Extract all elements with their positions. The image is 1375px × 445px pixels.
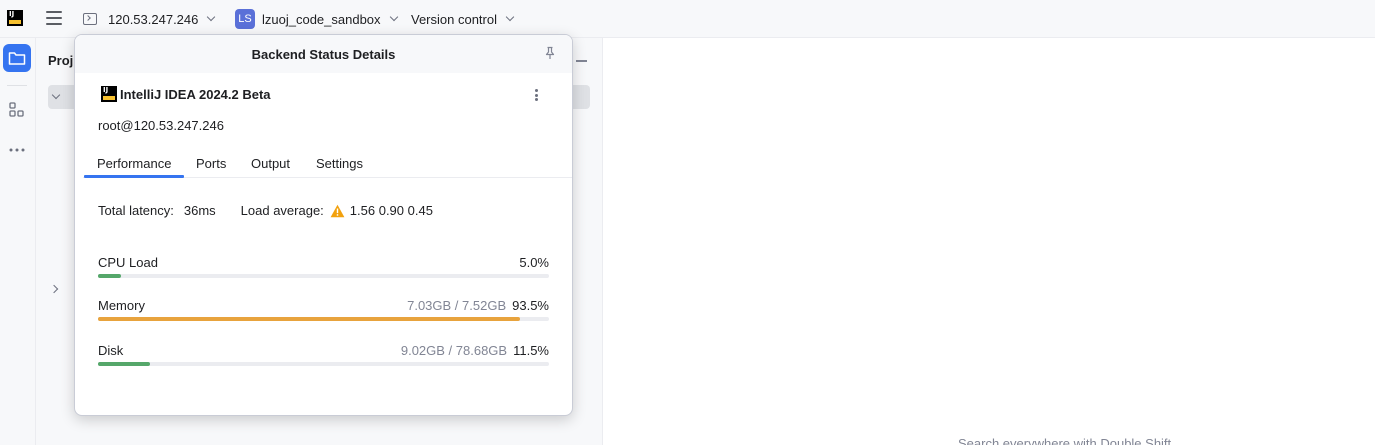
warning-icon — [330, 204, 345, 217]
metric-label: CPU Load — [98, 255, 158, 270]
progress-fill — [98, 362, 150, 366]
structure-icon — [9, 102, 24, 117]
metric-percent: 11.5% — [513, 343, 549, 358]
popup-title: Backend Status Details — [251, 47, 396, 62]
progress-fill — [98, 317, 520, 321]
tab-performance[interactable]: Performance — [97, 156, 171, 171]
remote-host-widget[interactable]: 120.53.247.246 — [83, 8, 216, 30]
tab-settings[interactable]: Settings — [316, 156, 363, 171]
pin-icon[interactable] — [543, 46, 557, 60]
tool-window-stripe — [0, 38, 36, 445]
tab-output[interactable]: Output — [251, 156, 290, 171]
popup-header: Backend Status Details — [75, 35, 572, 73]
metric-percent: 5.0% — [519, 255, 549, 270]
project-tool-button[interactable] — [3, 44, 31, 72]
chevron-down-icon — [505, 12, 515, 22]
latency-value: 36ms — [183, 203, 216, 218]
latency-label: Total latency: — [98, 203, 174, 218]
remote-host: root@120.53.247.246 — [98, 118, 224, 133]
progress-track — [98, 317, 549, 321]
latency-row: Total latency: 36ms Load average: 1.56 0… — [98, 203, 433, 218]
metric-percent: 93.5% — [512, 298, 549, 313]
ide-info-row: IJ IntelliJ IDEA 2024.2 Beta — [101, 86, 271, 102]
editor-empty-hint: Search everywhere with Double Shift — [958, 436, 1172, 445]
chevron-right-icon[interactable] — [49, 284, 59, 294]
folder-icon — [8, 52, 26, 65]
selected-tab-indicator — [84, 175, 184, 178]
main-menu-icon[interactable] — [46, 11, 62, 25]
progress-track — [98, 362, 549, 366]
backend-status-popup: Backend Status Details IJ IntelliJ IDEA … — [74, 34, 573, 416]
project-widget[interactable]: LS lzuoj_code_sandbox — [235, 8, 398, 30]
load-average-values: 1.56 0.90 0.45 — [349, 203, 433, 218]
more-options-icon[interactable] — [531, 87, 541, 103]
progress-track — [98, 274, 549, 278]
chevron-down-icon — [389, 12, 398, 22]
load-average-label: Load average: — [240, 203, 324, 218]
metric-label: Disk — [98, 343, 124, 358]
terminal-icon — [83, 13, 97, 25]
main-toolbar: IJ 120.53.247.246 LS lzuoj_code_sandbox … — [0, 0, 1375, 38]
metric-label: Memory — [98, 298, 145, 313]
project-panel-title: Proj — [48, 53, 74, 68]
status-tabs: Performance Ports Output Settings — [83, 153, 572, 178]
ide-name: IntelliJ IDEA 2024.2 Beta — [120, 86, 271, 102]
metric-usage: 9.02GB / 78.68GB — [400, 343, 508, 358]
progress-fill — [98, 274, 121, 278]
more-tools-button[interactable] — [3, 136, 31, 164]
stripe-separator — [7, 85, 27, 86]
app-logo-icon[interactable]: IJ — [7, 10, 23, 26]
remote-host-label: 120.53.247.246 — [108, 11, 199, 27]
project-badge: LS — [235, 9, 255, 29]
editor-area: Search everywhere with Double Shift — [603, 38, 1375, 445]
vcs-label: Version control — [411, 11, 497, 27]
intellij-logo-icon: IJ — [101, 86, 117, 102]
vcs-widget[interactable]: Version control — [411, 8, 515, 30]
tab-ports[interactable]: Ports — [196, 156, 226, 171]
metric-usage: 7.03GB / 7.52GB — [407, 298, 507, 313]
more-horizontal-icon — [9, 148, 25, 152]
minimize-icon[interactable] — [576, 60, 587, 62]
chevron-down-icon — [207, 12, 216, 22]
project-name-label: lzuoj_code_sandbox — [262, 11, 381, 27]
structure-tool-button[interactable] — [3, 96, 31, 124]
